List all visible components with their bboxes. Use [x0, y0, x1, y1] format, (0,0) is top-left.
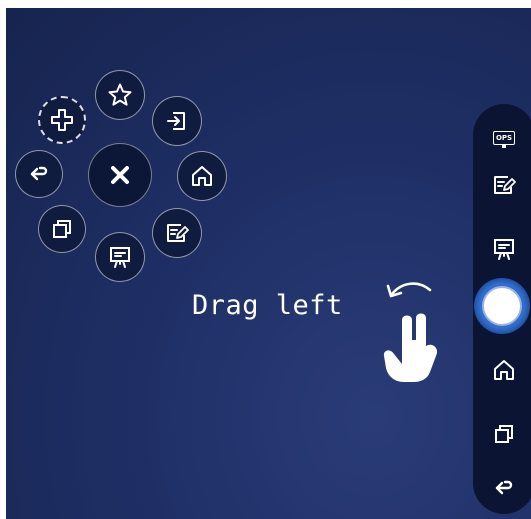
- input-source-icon: [167, 112, 185, 130]
- radial-close-button[interactable]: [88, 143, 152, 207]
- back-icon: [495, 480, 513, 495]
- whiteboard-icon: [110, 247, 130, 268]
- annotate-icon: [494, 176, 516, 194]
- star-icon: [108, 83, 132, 106]
- whiteboard-icon: [494, 239, 514, 260]
- multitask-icon: [53, 220, 71, 238]
- back-icon: [30, 166, 48, 181]
- toolbar-annotate-button[interactable]: [473, 165, 531, 205]
- home-icon: [494, 360, 514, 380]
- screen: Drag left OPS: [6, 8, 531, 519]
- toolbar-back-button[interactable]: [473, 468, 531, 508]
- radial-home-button[interactable]: [177, 151, 227, 201]
- toolbar-home-button[interactable]: [473, 350, 531, 390]
- ops-label: OPS: [495, 133, 513, 142]
- plus-icon: [51, 109, 73, 131]
- toolbar-ops-button[interactable]: OPS: [473, 118, 531, 158]
- radial-multitask-button[interactable]: [38, 205, 86, 253]
- close-icon: [111, 166, 129, 184]
- two-finger-swipe-left-icon: [383, 282, 438, 382]
- toolbar-whiteboard-button[interactable]: [473, 229, 531, 269]
- ops-monitor-icon: OPS: [493, 131, 515, 148]
- radial-add-button[interactable]: [38, 96, 86, 144]
- annotate-icon: [167, 224, 189, 242]
- home-icon: [192, 166, 212, 186]
- toolbar-multitask-button[interactable]: [473, 414, 531, 454]
- floating-ball-button[interactable]: [474, 278, 530, 334]
- radial-annotate-button[interactable]: [152, 208, 202, 258]
- multitask-icon: [495, 425, 513, 443]
- radial-favorites-button[interactable]: [95, 70, 145, 120]
- drag-left-hint: Drag left: [192, 290, 343, 321]
- radial-back-button[interactable]: [15, 150, 63, 198]
- floating-ball-icon: [482, 286, 522, 326]
- radial-whiteboard-button[interactable]: [95, 232, 145, 282]
- radial-signal-source-button[interactable]: [152, 96, 202, 146]
